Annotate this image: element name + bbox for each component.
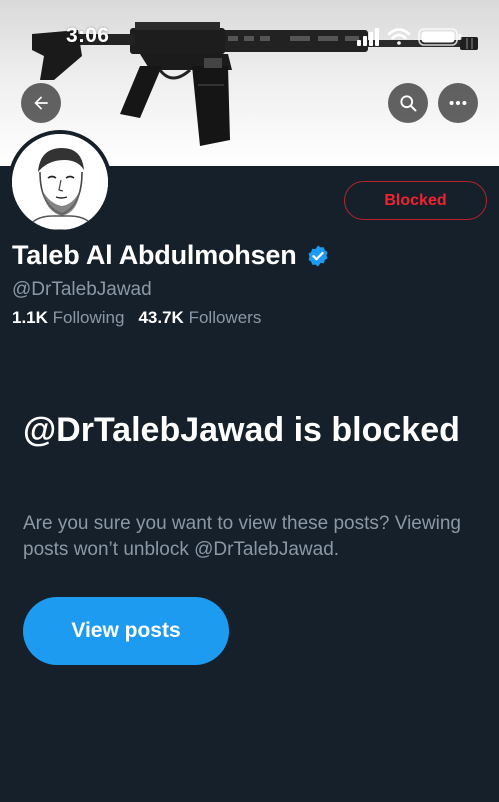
following-link[interactable]: 1.1K Following — [12, 308, 124, 328]
follow-stats: 1.1K Following 43.7K Followers — [12, 308, 261, 328]
following-label: Following — [52, 308, 125, 327]
search-button[interactable] — [388, 83, 428, 123]
search-icon — [400, 95, 417, 112]
blocked-button[interactable]: Blocked — [344, 181, 487, 220]
blocked-notice-title: @DrTalebJawad is blocked — [23, 411, 460, 449]
back-button[interactable] — [21, 83, 61, 123]
arrow-left-icon — [34, 96, 48, 110]
followers-label: Followers — [188, 308, 262, 327]
verified-badge-icon[interactable] — [306, 244, 330, 268]
wifi-icon — [387, 28, 411, 45]
profile-handle: @DrTalebJawad — [12, 279, 152, 300]
blocked-notice-description: Are you sure you want to view these post… — [23, 513, 461, 560]
avatar[interactable] — [8, 130, 112, 234]
cellular-signal-icon — [357, 28, 379, 46]
followers-link[interactable]: 43.7K Followers — [138, 308, 261, 328]
view-posts-button[interactable]: View posts — [23, 597, 229, 665]
avatar-sketch-image — [12, 134, 108, 230]
more-horizontal-icon — [449, 100, 467, 106]
following-count: 1.1K — [12, 308, 48, 327]
more-options-button[interactable] — [438, 83, 478, 123]
followers-count: 43.7K — [138, 308, 184, 327]
display-name-row: Taleb Al Abdulmohsen — [12, 240, 330, 271]
status-icons — [357, 28, 462, 46]
status-time: 3:06 — [66, 24, 110, 47]
display-name: Taleb Al Abdulmohsen — [12, 240, 297, 270]
status-bar: 3:06 — [0, 0, 499, 60]
battery-icon — [418, 28, 462, 46]
